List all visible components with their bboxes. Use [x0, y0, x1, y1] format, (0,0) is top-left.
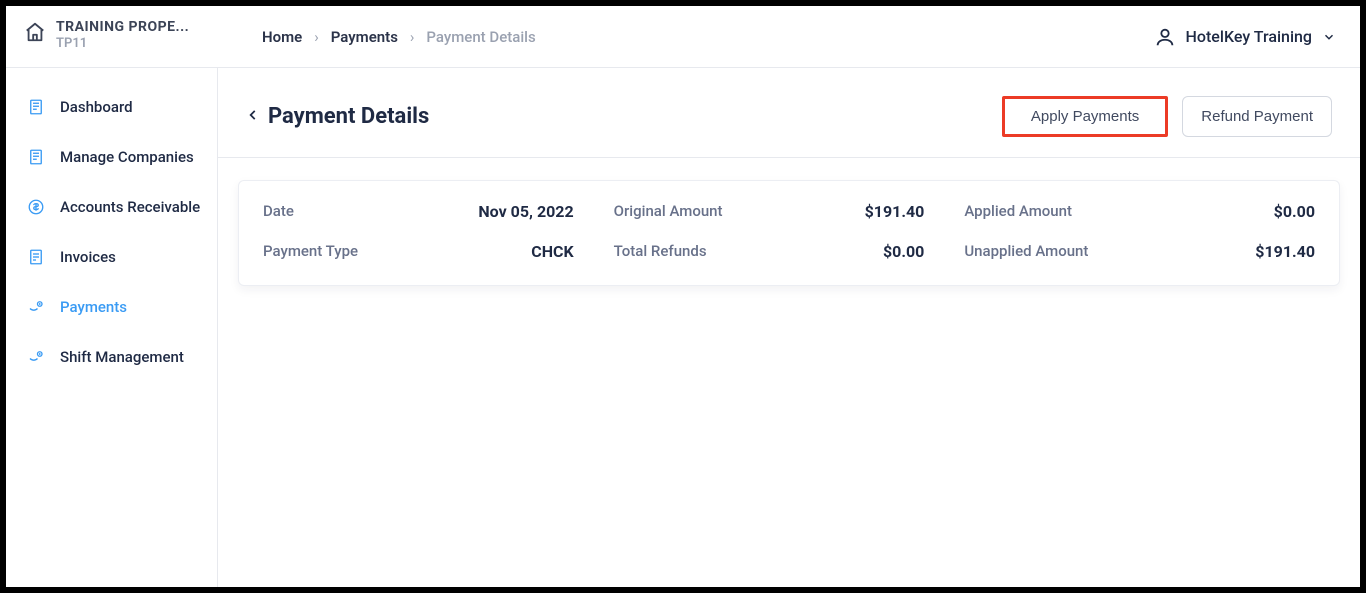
- sidebar-item-label: Payments: [60, 298, 127, 316]
- sidebar: Dashboard Manage Companies Accounts Rece…: [6, 68, 218, 587]
- detail-payment-type: Payment Type CHCK: [263, 231, 614, 271]
- sidebar-item-shift-management[interactable]: Shift Management: [6, 332, 217, 382]
- detail-date: Date Nov 05, 2022: [263, 191, 614, 231]
- breadcrumb: Home › Payments › Payment Details: [262, 28, 536, 46]
- brand-block[interactable]: TRAINING PROPE... TP11: [24, 21, 226, 52]
- sidebar-item-label: Accounts Receivable: [60, 198, 200, 216]
- detail-value: $0.00: [1274, 202, 1315, 221]
- detail-applied-amount: Applied Amount $0.00: [964, 191, 1315, 231]
- detail-value: $191.40: [865, 202, 965, 221]
- detail-label: Date: [263, 202, 294, 220]
- money-circle-icon: [26, 198, 46, 216]
- apply-payments-button[interactable]: Apply Payments: [1002, 96, 1168, 137]
- payment-details-card: Date Nov 05, 2022 Original Amount $191.4…: [238, 180, 1340, 286]
- chevron-right-icon: ›: [410, 28, 415, 46]
- breadcrumb-current: Payment Details: [426, 28, 535, 46]
- detail-total-refunds: Total Refunds $0.00: [614, 231, 965, 271]
- user-icon: [1154, 26, 1176, 48]
- sidebar-item-manage-companies[interactable]: Manage Companies: [6, 132, 217, 182]
- sidebar-item-accounts-receivable[interactable]: Accounts Receivable: [6, 182, 217, 232]
- top-bar: TRAINING PROPE... TP11 Home › Payments ›…: [6, 6, 1360, 68]
- detail-label: Applied Amount: [964, 202, 1072, 220]
- detail-value: CHCK: [531, 242, 613, 261]
- sidebar-item-label: Shift Management: [60, 348, 184, 366]
- page-title: Payment Details: [268, 104, 429, 129]
- payments-icon: [26, 298, 46, 316]
- refund-payment-button[interactable]: Refund Payment: [1182, 96, 1332, 137]
- sidebar-item-invoices[interactable]: Invoices: [6, 232, 217, 282]
- sidebar-item-label: Invoices: [60, 248, 116, 266]
- brand-title: TRAINING PROPE...: [56, 19, 189, 35]
- chevron-right-icon: ›: [314, 28, 319, 46]
- companies-icon: [26, 148, 46, 166]
- detail-label: Payment Type: [263, 242, 358, 260]
- main-panel: Payment Details Apply Payments Refund Pa…: [218, 68, 1360, 587]
- brand-text: TRAINING PROPE... TP11: [56, 19, 189, 52]
- user-menu[interactable]: HotelKey Training: [1154, 26, 1336, 48]
- sidebar-item-dashboard[interactable]: Dashboard: [6, 82, 217, 132]
- back-button[interactable]: Payment Details: [246, 104, 429, 129]
- detail-label: Total Refunds: [614, 242, 707, 260]
- main-header: Payment Details Apply Payments Refund Pa…: [218, 68, 1360, 158]
- brand-subcode: TP11: [56, 37, 189, 52]
- detail-original-amount: Original Amount $191.40: [614, 191, 965, 231]
- sidebar-item-label: Manage Companies: [60, 148, 194, 166]
- sidebar-item-label: Dashboard: [60, 98, 133, 116]
- shift-icon: [26, 348, 46, 366]
- detail-value: Nov 05, 2022: [478, 202, 613, 221]
- breadcrumb-parent[interactable]: Payments: [331, 28, 398, 46]
- sidebar-item-payments[interactable]: Payments: [6, 282, 217, 332]
- breadcrumb-home[interactable]: Home: [262, 28, 302, 46]
- house-icon: [24, 21, 46, 43]
- invoice-icon: [26, 248, 46, 266]
- detail-label: Original Amount: [614, 202, 723, 220]
- detail-value: $0.00: [883, 242, 964, 261]
- chevron-down-icon: [1322, 30, 1336, 44]
- detail-value: $191.40: [1255, 242, 1315, 261]
- detail-unapplied-amount: Unapplied Amount $191.40: [964, 231, 1315, 271]
- detail-label: Unapplied Amount: [964, 242, 1088, 260]
- user-name: HotelKey Training: [1186, 27, 1312, 46]
- chevron-left-icon: [246, 106, 260, 128]
- dashboard-icon: [26, 98, 46, 116]
